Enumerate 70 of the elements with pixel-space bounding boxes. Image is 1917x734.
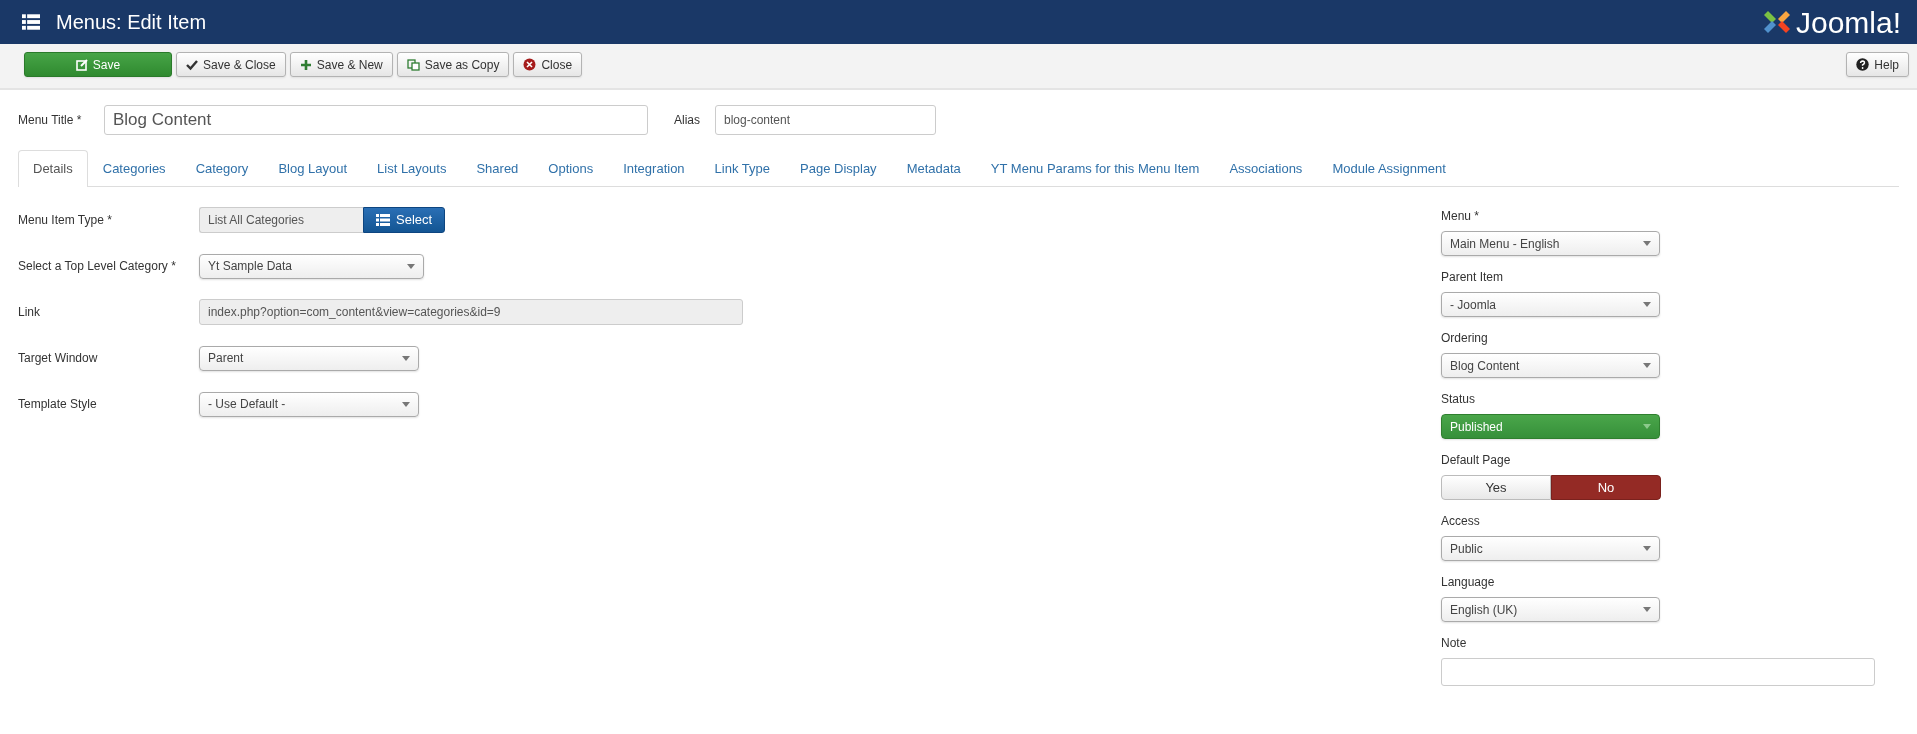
tab[interactable]: Blog Layout xyxy=(263,150,363,186)
field-label: Template Style xyxy=(18,396,98,413)
tab[interactable]: Associations xyxy=(1214,150,1318,186)
caret-icon[interactable] xyxy=(1643,607,1651,612)
help-icon xyxy=(1856,58,1870,71)
caret-icon[interactable] xyxy=(402,355,410,361)
select-dropdown[interactable]: Published xyxy=(1441,414,1660,439)
select-dropdown[interactable]: Yt Sample Data xyxy=(199,253,424,279)
tab[interactable]: Details xyxy=(18,150,88,187)
tab[interactable]: Options xyxy=(533,150,609,186)
title-field[interactable]: Blog Content xyxy=(104,105,648,135)
plus-icon xyxy=(299,58,312,71)
page-title: Menus: Edit Item xyxy=(56,10,207,35)
field-label: Alias xyxy=(674,112,701,129)
select-dropdown[interactable]: Blog Content xyxy=(1441,353,1660,378)
select-dropdown[interactable]: - Use Default - xyxy=(199,391,419,417)
caret-icon[interactable] xyxy=(402,401,410,407)
tab[interactable]: List Layouts xyxy=(362,150,462,186)
toolbar-button[interactable]: Save as Copy xyxy=(396,52,510,77)
field-label: Ordering xyxy=(1441,330,1489,347)
select-dropdown[interactable]: Main Menu - English xyxy=(1441,231,1660,256)
check-icon xyxy=(186,58,198,71)
caret-icon[interactable] xyxy=(1643,302,1651,307)
field-label: Access xyxy=(1441,513,1481,530)
tab[interactable]: Link Type xyxy=(699,150,785,186)
select-dropdown[interactable]: Public xyxy=(1441,536,1660,561)
tab[interactable]: Category xyxy=(180,150,264,186)
logo-text: Joomla! xyxy=(1795,4,1901,41)
toggle-option[interactable]: Yes xyxy=(1441,475,1551,500)
toolbar-button[interactable]: Save xyxy=(24,52,172,77)
field-label: Menu * xyxy=(1441,208,1481,225)
field-label: Status xyxy=(1441,391,1477,408)
select-dropdown[interactable]: English (UK) xyxy=(1441,597,1660,622)
field-label: Menu Item Type * xyxy=(18,212,113,229)
toolbar-button[interactable]: Save & New xyxy=(289,52,393,77)
caret-icon[interactable] xyxy=(1643,241,1651,246)
field-label: Menu Title * xyxy=(18,112,83,129)
type-field: List All Categories xyxy=(199,207,363,233)
tab[interactable]: YT Menu Params for this Menu Item xyxy=(975,150,1215,186)
list-icon xyxy=(376,214,390,226)
field-label: Target Window xyxy=(18,350,99,367)
toolbar-button[interactable]: Save & Close xyxy=(176,52,286,77)
tab[interactable]: Page Display xyxy=(785,150,892,186)
tab[interactable]: Metadata xyxy=(891,150,976,186)
field-label: Select a Top Level Category * xyxy=(18,258,177,275)
copy-icon xyxy=(406,58,420,71)
note-field[interactable] xyxy=(1441,658,1875,686)
select-button[interactable]: Select xyxy=(363,207,446,233)
edit-icon xyxy=(75,58,88,71)
tab[interactable]: Categories xyxy=(87,150,181,186)
alias-field[interactable]: blog-content xyxy=(715,105,936,135)
field-label: Language xyxy=(1441,574,1496,591)
toggle-option[interactable]: No xyxy=(1551,475,1661,500)
select-dropdown[interactable]: - Joomla xyxy=(1441,292,1660,317)
tab[interactable]: Shared xyxy=(461,150,534,186)
caret-icon[interactable] xyxy=(407,263,415,269)
help-button[interactable]: Help xyxy=(1846,52,1909,77)
close-icon xyxy=(523,58,537,71)
tab[interactable]: Module Assignment xyxy=(1317,150,1461,186)
caret-icon[interactable] xyxy=(1643,363,1651,368)
field-label: Link xyxy=(18,304,41,321)
toolbar-button[interactable]: Close xyxy=(513,52,583,77)
caret-icon[interactable] xyxy=(1643,546,1651,551)
field-label: Parent Item xyxy=(1441,269,1505,286)
field-label: Default Page xyxy=(1441,452,1512,469)
select-dropdown[interactable]: Parent xyxy=(199,345,419,371)
link-field: index.php?option=com_content&view=categories&id=9 xyxy=(199,299,743,325)
field-label: Note xyxy=(1441,635,1468,652)
list-icon xyxy=(22,14,40,30)
tab[interactable]: Integration xyxy=(608,150,700,186)
